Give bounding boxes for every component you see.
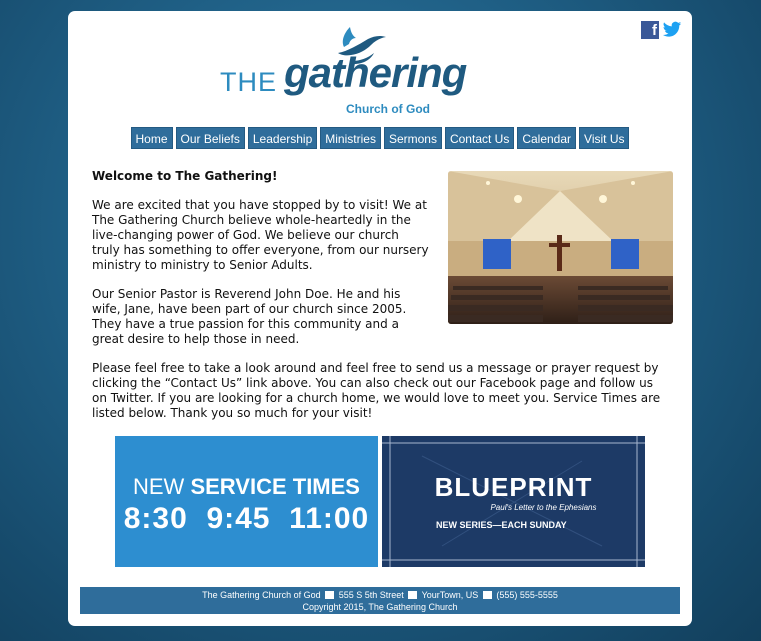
pastor-paragraph: Our Senior Pastor is Reverend John Doe. … [92,287,407,346]
page-card: f THE gathering Church of God Home Our B… [68,11,692,626]
footer-church-name: The Gathering Church of God [202,590,321,600]
service-times-values: 8:30 9:45 11:00 [123,502,370,535]
arrow-icon [325,591,335,599]
nav-sermons[interactable]: Sermons [383,127,442,149]
blueprint-series-text: NEW SERIES—EACH SUNDAY [436,520,567,530]
nav-our-beliefs[interactable]: Our Beliefs [175,127,245,149]
footer-town: YourTown, US [421,590,479,600]
footer-address: 555 S 5th Street [338,590,404,600]
blueprint-series-banner[interactable]: BLUEPRINT Paul's Letter to the Ephesians… [382,436,645,567]
service-times-banner[interactable]: NEW SERVICE TIMES 8:30 9:45 11:00 [115,436,378,567]
nav-visit-us[interactable]: Visit Us [579,127,630,149]
site-footer: The Gathering Church of God 555 S 5th St… [80,587,680,614]
blueprint-title: BLUEPRINT [434,472,593,502]
service-times-heading: NEW SERVICE TIMES [115,474,378,500]
intro-paragraph: We are excited that you have stopped by … [92,198,429,272]
nav-ministries[interactable]: Ministries [320,127,381,149]
arrow-icon [482,591,492,599]
logo-text-gathering: gathering [284,49,467,96]
main-nav: Home Our Beliefs Leadership Ministries S… [68,127,692,149]
twitter-icon[interactable] [662,21,682,39]
footer-contact-line: The Gathering Church of God 555 S 5th St… [80,589,680,601]
footer-copyright: Copyright 2015, The Gathering Church [302,602,458,612]
banner-new-label: NEW [133,474,185,499]
sanctuary-photo [448,171,673,324]
logo-text-the: THE [220,67,277,97]
social-links: f [641,21,682,39]
site-logo[interactable]: THE gathering Church of God [220,25,495,121]
nav-calendar[interactable]: Calendar [517,127,577,149]
facebook-icon[interactable]: f [641,21,659,39]
banner-service-times-label: SERVICE TIMES [190,474,360,499]
logo-text-subtitle: Church of God [346,102,430,116]
footer-phone[interactable]: (555) 555-5555 [496,590,558,600]
nav-contact-us[interactable]: Contact Us [444,127,515,149]
visit-paragraph: Please feel free to take a look around a… [92,361,661,420]
arrow-icon [408,591,418,599]
nav-home[interactable]: Home [130,127,173,149]
nav-leadership[interactable]: Leadership [247,127,318,149]
blueprint-subtitle: Paul's Letter to the Ephesians [490,503,597,512]
